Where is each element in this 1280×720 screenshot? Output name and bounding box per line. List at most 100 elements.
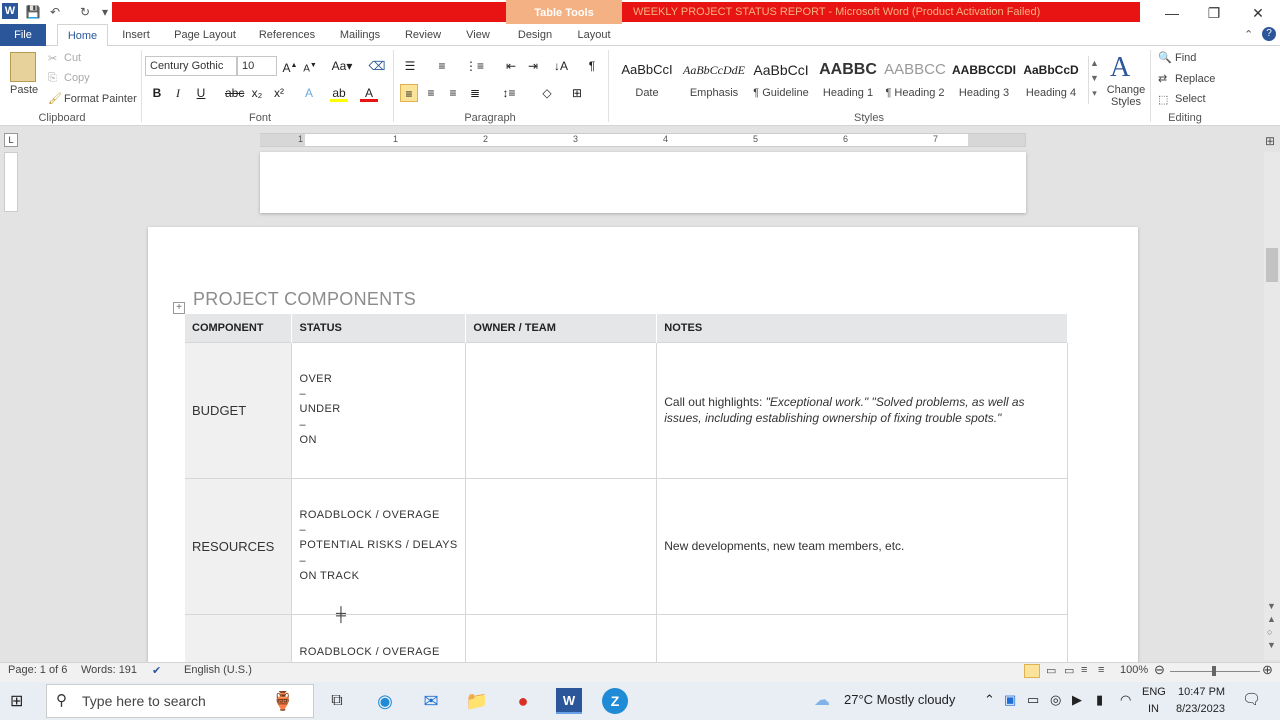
multilevel-list-icon[interactable]: ⋮≡ bbox=[465, 57, 484, 75]
scroll-down-icon[interactable]: ▼ ▲ ○ ▼ bbox=[1267, 600, 1276, 652]
word-app-icon[interactable]: W bbox=[2, 3, 18, 19]
find-button[interactable]: Find bbox=[1175, 52, 1196, 64]
language-indicator[interactable]: English (U.S.) bbox=[184, 664, 252, 676]
page-count[interactable]: Page: 1 of 6 bbox=[8, 664, 67, 676]
zoom-in-icon[interactable]: ⊕ bbox=[1262, 662, 1273, 678]
align-center-icon[interactable]: ≡ bbox=[422, 84, 440, 102]
underline-icon[interactable]: U bbox=[192, 84, 210, 102]
show-hidden-icons[interactable]: ⌃ bbox=[984, 692, 995, 708]
strikethrough-icon[interactable]: abc bbox=[225, 84, 244, 102]
styles-gallery-scroll[interactable]: ▲ ▼ ▾ bbox=[1088, 56, 1100, 104]
tab-page-layout[interactable]: Page Layout bbox=[168, 24, 242, 46]
tab-references[interactable]: References bbox=[252, 24, 322, 46]
borders-icon[interactable]: ⊞ bbox=[568, 84, 586, 102]
zoom-out-icon[interactable]: ⊖ bbox=[1154, 662, 1165, 678]
owner-cell[interactable] bbox=[465, 477, 658, 614]
undo-icon[interactable]: ↶ bbox=[46, 2, 64, 22]
tab-mailings[interactable]: Mailings bbox=[332, 24, 388, 46]
increase-indent-icon[interactable]: ⇥ bbox=[524, 57, 542, 75]
font-size-dropdown[interactable]: 10 bbox=[237, 56, 277, 76]
style-heading-4[interactable]: AaBbCcD Heading 4 bbox=[1018, 58, 1084, 102]
replace-button[interactable]: Replace bbox=[1175, 73, 1215, 85]
task-view-icon[interactable]: ⧉ bbox=[324, 688, 350, 714]
style-heading-1[interactable]: AABBC Heading 1 bbox=[815, 58, 881, 102]
sort-icon[interactable]: ↓A bbox=[552, 57, 570, 75]
weather-text[interactable]: 27°C Mostly cloudy bbox=[844, 692, 955, 707]
component-cell[interactable]: RESOURCES bbox=[185, 477, 293, 614]
format-painter-icon[interactable]: 🖌 bbox=[48, 92, 62, 105]
decrease-indent-icon[interactable]: ⇤ bbox=[502, 57, 520, 75]
cut-button[interactable]: Cut bbox=[64, 52, 81, 64]
tab-view[interactable]: View bbox=[458, 24, 498, 46]
tab-file[interactable]: File bbox=[0, 24, 46, 46]
windows-start-icon[interactable]: ⊞ bbox=[10, 691, 23, 711]
align-right-icon[interactable]: ≡ bbox=[444, 84, 462, 102]
tab-layout[interactable]: Layout bbox=[570, 24, 618, 46]
line-spacing-icon[interactable]: ↕≡ bbox=[500, 84, 518, 102]
bold-icon[interactable]: B bbox=[148, 84, 166, 102]
language-bottom[interactable]: IN bbox=[1148, 703, 1159, 715]
tab-design[interactable]: Design bbox=[510, 24, 560, 46]
select-icon[interactable]: ⬚ bbox=[1158, 93, 1168, 106]
change-case-icon[interactable]: Aa▾ bbox=[330, 57, 354, 75]
mail-icon[interactable]: ✉ bbox=[418, 688, 444, 714]
style-heading-3[interactable]: AABBCCDI Heading 3 bbox=[951, 58, 1017, 102]
superscript-icon[interactable]: x² bbox=[270, 84, 288, 102]
proofing-icon[interactable]: ✔ bbox=[152, 664, 161, 677]
cut-icon[interactable]: ✂ bbox=[48, 52, 57, 65]
align-left-icon[interactable]: ≡ bbox=[400, 84, 418, 102]
tray-camera-icon[interactable]: ◎ bbox=[1050, 692, 1061, 708]
tray-display-icon[interactable]: ▭ bbox=[1027, 692, 1039, 708]
vertical-ruler[interactable] bbox=[4, 152, 18, 212]
horizontal-ruler[interactable] bbox=[260, 133, 1026, 147]
style-heading-2[interactable]: AABBCC ¶ Heading 2 bbox=[882, 58, 948, 102]
language-top[interactable]: ENG bbox=[1142, 686, 1166, 698]
minimize-button[interactable]: — bbox=[1150, 0, 1194, 26]
table-move-handle-icon[interactable]: + bbox=[173, 302, 185, 314]
highlight-color-icon[interactable]: ab bbox=[330, 84, 348, 102]
file-explorer-icon[interactable]: 📁 bbox=[464, 688, 490, 714]
word-count[interactable]: Words: 191 bbox=[81, 664, 137, 676]
select-button[interactable]: Select bbox=[1175, 93, 1206, 105]
clock-date[interactable]: 8/23/2023 bbox=[1176, 703, 1225, 715]
shading-icon[interactable]: ◇ bbox=[538, 84, 556, 102]
zoom-level[interactable]: 100% bbox=[1120, 664, 1148, 676]
wifi-icon[interactable]: ◠ bbox=[1120, 692, 1131, 708]
find-icon[interactable]: 🔍 bbox=[1158, 51, 1172, 64]
font-name-dropdown[interactable]: Century Gothic bbox=[145, 56, 237, 76]
search-highlight-icon[interactable]: 🏺 bbox=[270, 688, 296, 714]
zoom-slider-thumb[interactable] bbox=[1212, 666, 1216, 676]
zoom-app-icon[interactable]: Z bbox=[602, 688, 628, 714]
help-icon[interactable]: ? bbox=[1262, 27, 1276, 41]
outline-icon[interactable]: ≡ bbox=[1081, 664, 1087, 676]
battery-icon[interactable]: ▮ bbox=[1096, 692, 1103, 708]
weather-icon[interactable]: ☁ bbox=[814, 690, 830, 710]
scrollbar-thumb[interactable] bbox=[1266, 248, 1278, 282]
vertical-scrollbar[interactable] bbox=[1264, 152, 1280, 660]
notes-cell[interactable]: Call out highlights: "Exceptional work."… bbox=[656, 341, 1068, 478]
clock-time[interactable]: 10:47 PM bbox=[1178, 686, 1225, 698]
change-styles-button[interactable]: Change Styles bbox=[1104, 84, 1148, 108]
font-color-icon[interactable]: A bbox=[360, 84, 378, 102]
tab-selector[interactable]: L bbox=[4, 133, 18, 147]
tray-video-icon[interactable]: ▶ bbox=[1072, 692, 1082, 708]
draft-icon[interactable]: ≡ bbox=[1098, 664, 1104, 676]
grow-font-icon[interactable]: A▲ bbox=[281, 57, 299, 75]
full-screen-reading-icon[interactable]: ▭ bbox=[1046, 664, 1056, 677]
format-painter-button[interactable]: Format Painter bbox=[64, 93, 137, 105]
notes-cell[interactable]: New developments, new team members, etc. bbox=[656, 477, 1068, 614]
print-layout-icon[interactable] bbox=[1024, 664, 1040, 678]
clear-formatting-icon[interactable]: ⌫ bbox=[368, 57, 386, 75]
restore-button[interactable]: ❐ bbox=[1192, 0, 1236, 26]
word-taskbar-icon[interactable]: W bbox=[556, 688, 582, 714]
owner-cell[interactable] bbox=[465, 341, 658, 478]
style-emphasis[interactable]: AaBbCcDdE Emphasis bbox=[681, 58, 747, 102]
component-cell[interactable]: BUDGET bbox=[185, 341, 293, 478]
collapse-ribbon-icon[interactable]: ⌃ bbox=[1244, 28, 1253, 41]
style-date[interactable]: AaBbCcI Date bbox=[614, 58, 680, 102]
status-cell[interactable]: OVER – UNDER – ON bbox=[291, 341, 467, 478]
subscript-icon[interactable]: x₂ bbox=[248, 84, 266, 102]
italic-icon[interactable]: I bbox=[169, 84, 187, 102]
tray-app-icon[interactable]: ▣ bbox=[1004, 692, 1016, 708]
paste-button[interactable]: Paste bbox=[10, 84, 38, 96]
